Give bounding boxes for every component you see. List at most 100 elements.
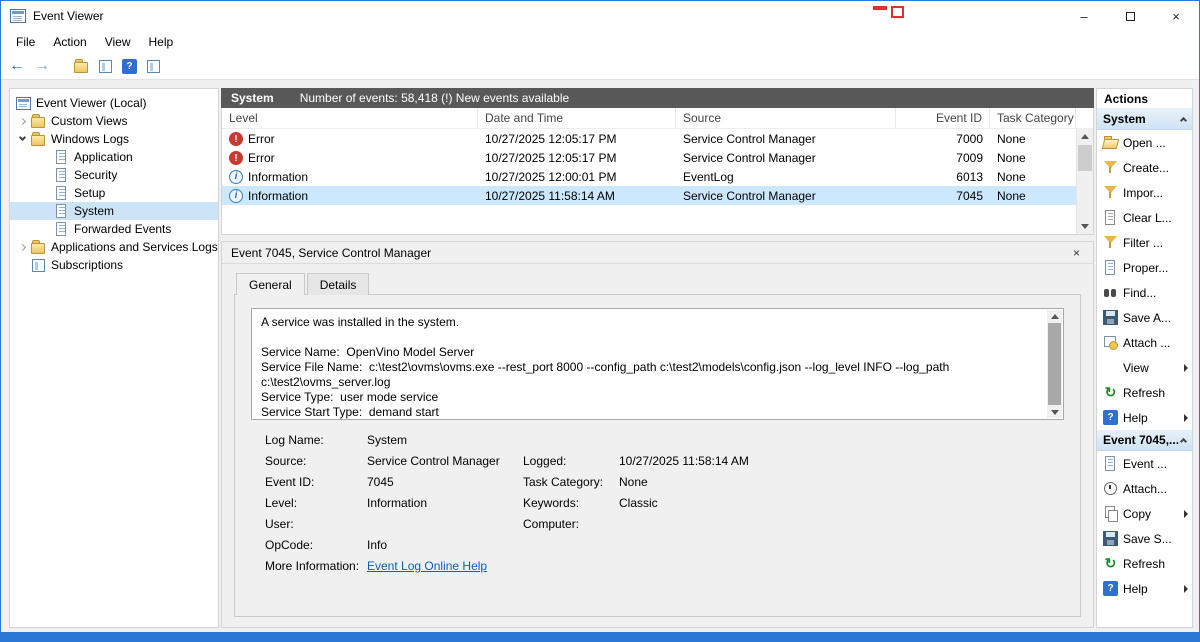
- action-help-event[interactable]: ?Help: [1097, 576, 1192, 601]
- tree-root-event-viewer-local[interactable]: Event Viewer (Local): [10, 94, 218, 112]
- action-clear-log[interactable]: Clear L...: [1097, 205, 1192, 230]
- event-detail-header: Event 7045, Service Control Manager ×: [222, 242, 1093, 264]
- tree-item-forwarded-events[interactable]: Forwarded Events: [10, 220, 218, 238]
- field-value: [619, 433, 1064, 454]
- minimize-button[interactable]: –: [1061, 1, 1107, 31]
- event-fields: Log Name:System Source:Service Control M…: [251, 433, 1064, 580]
- scroll-down-icon[interactable]: [1077, 219, 1093, 234]
- scroll-up-icon[interactable]: [1077, 129, 1093, 144]
- create-view-icon: [1103, 160, 1118, 175]
- chevron-down-icon[interactable]: [19, 134, 26, 141]
- event-list-header: Level Date and Time Source Event ID Task…: [222, 108, 1093, 129]
- actions-group-system[interactable]: System: [1097, 109, 1192, 130]
- tree-item-windows-logs[interactable]: Windows Logs: [10, 130, 218, 148]
- action-event-properties[interactable]: Event ...: [1097, 451, 1192, 476]
- console-tree-icon[interactable]: [98, 59, 113, 74]
- menu-file[interactable]: File: [7, 32, 44, 52]
- maximize-icon: [1126, 12, 1135, 21]
- menu-action[interactable]: Action: [44, 32, 95, 52]
- forward-icon[interactable]: →: [34, 58, 50, 74]
- action-find[interactable]: Find...: [1097, 280, 1192, 305]
- event-log-icon: [54, 222, 69, 237]
- cell-datetime: 10/27/2025 12:05:17 PM: [478, 148, 676, 167]
- menu-view[interactable]: View: [96, 32, 140, 52]
- action-refresh[interactable]: ↻Refresh: [1097, 380, 1192, 405]
- clear-log-icon: [1103, 210, 1118, 225]
- tab-details[interactable]: Details: [307, 273, 370, 295]
- column-event-id[interactable]: Event ID: [896, 108, 990, 128]
- properties-panel-icon[interactable]: [146, 59, 161, 74]
- tree-item-application[interactable]: Application: [10, 148, 218, 166]
- tree-item-subscriptions[interactable]: Subscriptions: [10, 256, 218, 274]
- event-list-scrollbar[interactable]: [1076, 129, 1093, 234]
- cell-datetime: 10/27/2025 12:00:01 PM: [478, 167, 676, 186]
- help-icon: ?: [1103, 581, 1118, 596]
- action-attach-task-to-log[interactable]: Attach ...: [1097, 330, 1192, 355]
- tree-item-applications-services-logs[interactable]: Applications and Services Logs: [10, 238, 218, 256]
- event-row-selected[interactable]: iInformation 10/27/2025 11:58:14 AM Serv…: [222, 186, 1093, 205]
- tree-item-label: Setup: [74, 186, 105, 200]
- tree-item-label: System: [74, 204, 114, 218]
- menu-help[interactable]: Help: [140, 32, 183, 52]
- maximize-button[interactable]: [1107, 1, 1153, 31]
- message-line: [261, 330, 1039, 345]
- tree-item-custom-views[interactable]: Custom Views: [10, 112, 218, 130]
- action-label: Attach ...: [1123, 336, 1188, 350]
- column-task-category[interactable]: Task Category: [990, 108, 1076, 128]
- scrollbar-thumb[interactable]: [1078, 145, 1092, 171]
- close-button[interactable]: ×: [1153, 1, 1199, 31]
- back-icon[interactable]: ←: [9, 58, 25, 74]
- help-icon[interactable]: ?: [122, 59, 137, 74]
- scroll-up-icon[interactable]: [1047, 310, 1062, 322]
- action-help[interactable]: ?Help: [1097, 405, 1192, 430]
- chevron-right-icon[interactable]: [19, 243, 26, 250]
- action-view[interactable]: View: [1097, 355, 1192, 380]
- event-row[interactable]: !Error 10/27/2025 12:05:17 PM Service Co…: [222, 129, 1093, 148]
- column-date-time[interactable]: Date and Time: [478, 108, 676, 128]
- cell-event-id: 7045: [896, 186, 990, 205]
- tree-root-label: Event Viewer (Local): [36, 96, 147, 110]
- action-copy[interactable]: Copy: [1097, 501, 1192, 526]
- open-saved-log-icon[interactable]: [74, 59, 89, 74]
- actions-group-label: Event 7045,...: [1103, 433, 1179, 447]
- event-log-online-help-link[interactable]: Event Log Online Help: [367, 559, 1064, 580]
- action-attach-task-to-event[interactable]: Attach...: [1097, 476, 1192, 501]
- action-open-saved-log[interactable]: Open ...: [1097, 130, 1192, 155]
- refresh-icon: ↻: [1103, 556, 1118, 571]
- event-row[interactable]: !Error 10/27/2025 12:05:17 PM Service Co…: [222, 148, 1093, 167]
- action-filter-current-log[interactable]: Filter ...: [1097, 230, 1192, 255]
- folder-icon: [31, 240, 46, 255]
- tree-item-label: Applications and Services Logs: [51, 240, 218, 254]
- description-scrollbar[interactable]: [1047, 310, 1062, 418]
- actions-panel: Actions System Open ... Create... Impor.…: [1096, 88, 1193, 628]
- information-icon: i: [229, 170, 243, 184]
- cell-task-category: None: [990, 186, 1076, 205]
- column-source[interactable]: Source: [676, 108, 896, 128]
- field-value: [619, 517, 1064, 538]
- scroll-down-icon[interactable]: [1047, 406, 1062, 418]
- tree-item-setup[interactable]: Setup: [10, 184, 218, 202]
- message-line: Service Type: user mode service: [261, 390, 1039, 405]
- cell-level: Error: [248, 151, 275, 165]
- window-bottom-edge: [1, 632, 1199, 641]
- action-create-custom-view[interactable]: Create...: [1097, 155, 1192, 180]
- tree-item-security[interactable]: Security: [10, 166, 218, 184]
- action-save-all-events[interactable]: Save A...: [1097, 305, 1192, 330]
- tree-item-system[interactable]: System: [10, 202, 218, 220]
- action-refresh-event[interactable]: ↻Refresh: [1097, 551, 1192, 576]
- tab-general[interactable]: General: [236, 273, 305, 295]
- cell-event-id: 7000: [896, 129, 990, 148]
- chevron-right-icon[interactable]: [19, 117, 26, 124]
- actions-group-event-7045[interactable]: Event 7045,...: [1097, 430, 1192, 451]
- close-detail-icon[interactable]: ×: [1069, 246, 1084, 260]
- action-save-selected-events[interactable]: Save S...: [1097, 526, 1192, 551]
- action-import-custom-view[interactable]: Impor...: [1097, 180, 1192, 205]
- center-column: System Number of events: 58,418 (!) New …: [221, 88, 1094, 628]
- scrollbar-thumb[interactable]: [1048, 323, 1061, 405]
- column-level[interactable]: Level: [222, 108, 478, 128]
- titlebar[interactable]: Event Viewer – ×: [1, 1, 1199, 31]
- event-row[interactable]: iInformation 10/27/2025 12:00:01 PM Even…: [222, 167, 1093, 186]
- action-label: Find...: [1123, 286, 1188, 300]
- tree-item-label: Forwarded Events: [74, 222, 171, 236]
- action-properties[interactable]: Proper...: [1097, 255, 1192, 280]
